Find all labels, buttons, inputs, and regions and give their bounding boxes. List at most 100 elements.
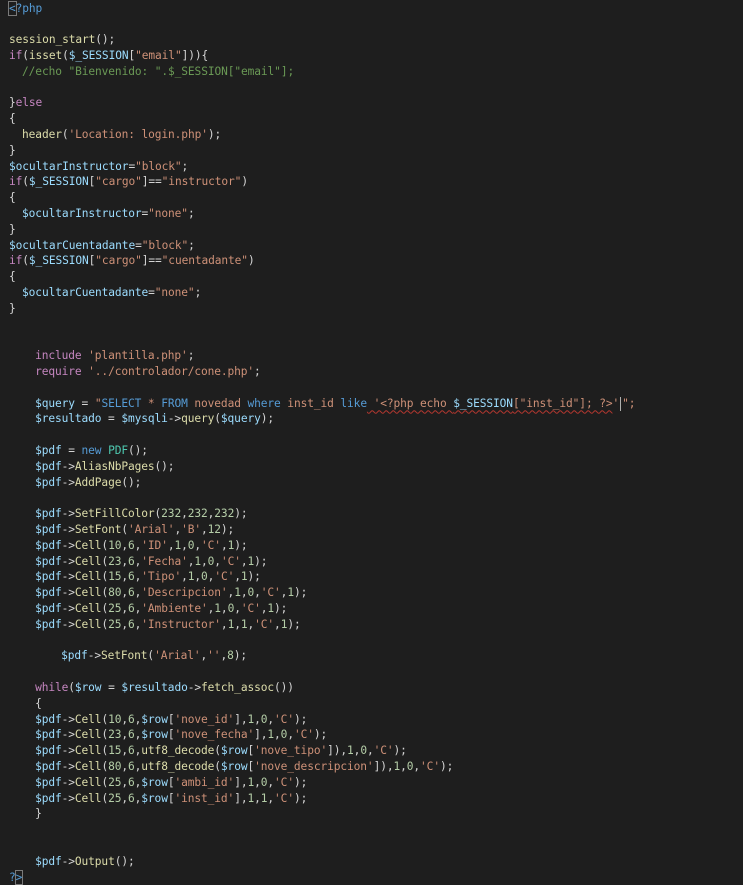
code-token: ();	[128, 443, 148, 457]
code-line[interactable]: {	[9, 111, 16, 127]
code-line[interactable]: $pdf->Cell(15,6,utf8_decode($row['nove_t…	[35, 743, 407, 759]
code-line[interactable]: $pdf->Cell(23,6,$row['nove_fecha'],1,0,'…	[35, 727, 327, 743]
code-token: ->	[61, 554, 75, 568]
code-line[interactable]: $pdf->Cell(80,6,'Descripcion',1,0,'C',1)…	[35, 585, 307, 601]
code-token: );	[274, 601, 288, 615]
code-token: ->	[61, 759, 75, 773]
code-token: $_SESSION	[28, 254, 89, 268]
code-line[interactable]: }else	[9, 95, 42, 111]
code-line[interactable]: $pdf->Cell(15,6,'Tipo',1,0,'C',1);	[35, 569, 261, 585]
code-token: ,	[234, 570, 241, 584]
code-token: (	[214, 412, 221, 426]
code-token: $ocultarCuentadante	[9, 238, 136, 252]
code-token: ,	[234, 601, 241, 615]
code-line[interactable]: {	[35, 696, 42, 712]
code-line[interactable]: <?php	[8, 0, 42, 17]
code-line[interactable]: $pdf->Cell(25,6,'Instructor',1,1,'C',1);	[35, 617, 301, 633]
code-token: );	[293, 791, 308, 805]
code-token: ();	[121, 475, 142, 489]
code-line[interactable]: }	[35, 806, 42, 822]
code-token: *	[141, 396, 162, 410]
code-editor[interactable]: <?php session_start(); if(isset($_SESSION[…	[0, 0, 743, 885]
code-token: );	[293, 712, 308, 726]
code-line[interactable]: $ocultarCuentadante="none";	[22, 285, 201, 301]
code-token: 6	[128, 538, 135, 552]
code-line[interactable]: //echo "Bienvenido: ".$_SESSION["email"]…	[22, 64, 294, 80]
code-token: 'C'	[220, 554, 241, 568]
code-token: ->	[61, 601, 75, 615]
code-token: where	[247, 396, 281, 410]
code-line[interactable]: {	[9, 269, 16, 285]
code-token: );	[439, 759, 454, 773]
code-token: 'Ambiente'	[141, 601, 208, 615]
code-token: (	[22, 175, 29, 189]
code-line[interactable]: ?>	[9, 869, 24, 885]
code-line[interactable]: $pdf = new PDF();	[35, 443, 148, 459]
code-line[interactable]: header('Location: login.php');	[22, 127, 221, 143]
code-token: 12	[207, 522, 221, 536]
code-line[interactable]: $pdf->AliasNbPages();	[35, 459, 174, 475]
code-line[interactable]: {	[9, 190, 16, 206]
code-line[interactable]: $ocultarInstructor="none";	[22, 206, 195, 222]
code-token: ,	[274, 617, 281, 631]
code-token: );	[293, 775, 308, 789]
code-line[interactable]: $pdf->Cell(23,6,'Fecha',1,0,'C',1);	[35, 554, 267, 570]
code-token: novedad	[187, 396, 248, 410]
code-line[interactable]: $pdf->SetFillColor(232,232,232);	[35, 506, 248, 522]
code-token: 'C'	[254, 617, 275, 631]
code-token: (	[68, 680, 75, 694]
code-line[interactable]: $pdf->Output();	[35, 854, 135, 870]
code-token: 'plantilla.php'	[88, 349, 188, 363]
code-line[interactable]: session_start();	[9, 32, 115, 48]
code-line[interactable]: $pdf->Cell(10,6,$row['nove_id'],1,0,'C')…	[35, 712, 307, 728]
code-token: 'ID'	[141, 538, 168, 552]
code-token: {	[9, 270, 16, 284]
code-line[interactable]: require '../controlador/cone.php';	[35, 364, 261, 380]
code-token: 6	[128, 728, 135, 742]
code-token: 1	[347, 744, 354, 758]
code-token: ,	[366, 744, 374, 758]
code-line[interactable]: $ocultarCuentadante="block";	[9, 238, 195, 254]
code-token: like	[340, 396, 367, 410]
code-token: (	[22, 48, 29, 62]
code-token: (	[62, 48, 69, 62]
code-line[interactable]: include 'plantilla.php';	[35, 348, 194, 364]
code-token: $_SESSION	[453, 396, 513, 410]
code-token: ();	[114, 854, 135, 868]
code-line[interactable]: $query = "SELECT * FROM novedad where in…	[35, 396, 636, 412]
code-token: $pdf	[35, 744, 62, 758]
code-token: "none"	[154, 285, 195, 299]
code-token: $pdf	[35, 791, 62, 805]
code-token: 1	[214, 601, 221, 615]
code-line[interactable]: $ocultarInstructor="block";	[9, 159, 188, 175]
code-token: 'Descripcion'	[141, 586, 228, 600]
code-token: ,	[220, 538, 228, 552]
code-line[interactable]: $pdf->SetFont('Arial','',8);	[61, 648, 247, 664]
code-line[interactable]: }	[9, 222, 16, 238]
code-line[interactable]: $pdf->Cell(25,6,$row['inst_id'],1,1,'C')…	[35, 791, 307, 807]
code-line[interactable]: $pdf->Cell(25,6,$row['ambi_id'],1,0,'C')…	[35, 775, 307, 791]
code-line[interactable]: $resultado = $mysqli->query($query);	[35, 411, 274, 427]
code-token: ,	[121, 586, 128, 600]
code-token: SELECT	[101, 396, 142, 410]
code-line[interactable]: }	[9, 301, 16, 317]
code-line[interactable]: if($_SESSION["cargo"]=="cuentadante")	[9, 253, 255, 269]
code-line[interactable]: $pdf->SetFont('Arial','B',12);	[35, 522, 234, 538]
code-token: 'C'	[274, 712, 294, 726]
code-line[interactable]: $pdf->Cell(25,6,'Ambiente',1,0,'C',1);	[35, 601, 287, 617]
code-token: Cell	[74, 570, 102, 584]
code-line[interactable]: while($row = $resultado->fetch_assoc())	[35, 680, 294, 696]
code-token: 1	[240, 570, 248, 584]
code-token: FROM	[161, 396, 188, 410]
code-line[interactable]: if($_SESSION["cargo"]=="instructor")	[9, 174, 248, 190]
code-token: $row	[220, 744, 248, 758]
code-line[interactable]: $pdf->Cell(10,6,'ID',1,0,'C',1);	[35, 538, 248, 554]
code-token: $pdf	[35, 459, 62, 473]
code-token: (	[121, 522, 128, 536]
code-token: if	[9, 254, 23, 268]
code-line[interactable]: $pdf->Cell(80,6,utf8_decode($row['nove_d…	[35, 759, 453, 775]
code-line[interactable]: if(isset($_SESSION["email"])){	[9, 48, 208, 64]
code-line[interactable]: $pdf->AddPage();	[35, 475, 141, 491]
code-token: else	[15, 96, 43, 110]
code-line[interactable]: }	[9, 143, 16, 159]
